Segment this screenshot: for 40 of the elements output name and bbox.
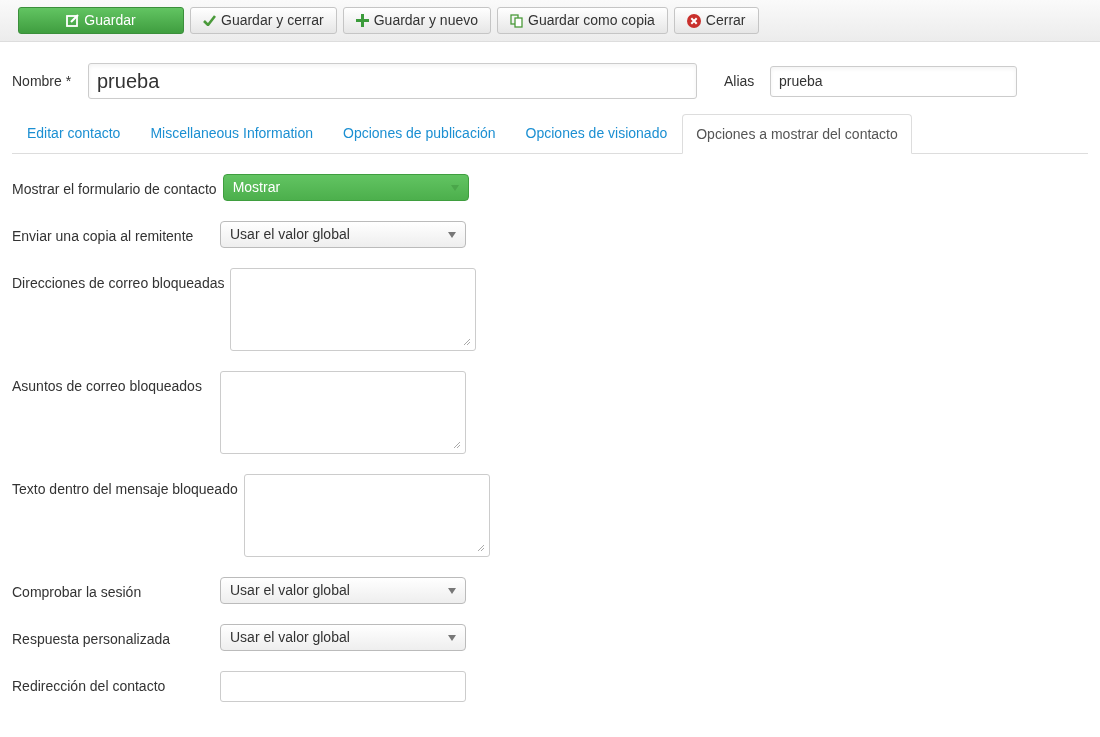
- field-label: Mostrar el formulario de contacto: [12, 180, 217, 199]
- alias-field[interactable]: prueba: [770, 65, 1017, 97]
- dropdown[interactable]: Usar el valor global: [220, 577, 466, 604]
- caret-icon: [448, 634, 456, 641]
- field-label: Nombre *: [12, 71, 73, 91]
- dropdown[interactable]: Usar el valor global: [220, 624, 466, 651]
- toolbar-button[interactable]: Guardar y nuevo: [342, 7, 491, 34]
- field-label: Asuntos de correo bloqueados: [12, 377, 203, 396]
- toolbar-button[interactable]: Cerrar: [673, 7, 759, 34]
- plus-icon: [355, 14, 369, 27]
- field-label: Alias: [724, 71, 756, 91]
- edit-icon: [66, 14, 80, 27]
- check-icon: [203, 15, 216, 26]
- caret-icon: [448, 231, 456, 238]
- tab[interactable]: Editar contacto: [12, 113, 136, 153]
- text-area[interactable]: [230, 268, 477, 351]
- field-label: Respuesta personalizada: [12, 630, 171, 649]
- resize-grip-icon: [454, 442, 461, 449]
- field-label: Redirección del contacto: [12, 677, 167, 696]
- resize-grip-icon: [477, 545, 485, 552]
- copy-icon: [510, 13, 523, 28]
- tab[interactable]: Miscellaneous Information: [135, 113, 329, 153]
- field-label: Enviar una copia al remitente: [12, 227, 195, 246]
- name-field[interactable]: prueba: [88, 63, 697, 99]
- toolbar-button[interactable]: Guardar y cerrar: [190, 7, 337, 34]
- field-label: Texto dentro del mensaje bloqueado: [12, 480, 238, 499]
- caret-icon: [450, 184, 459, 191]
- text-area[interactable]: [220, 371, 466, 454]
- field-label: Comprobar la sesión: [12, 583, 143, 602]
- tab[interactable]: Opciones de visionado: [510, 113, 683, 153]
- dropdown[interactable]: Usar el valor global: [220, 221, 466, 248]
- tab[interactable]: Opciones de publicación: [328, 113, 511, 153]
- toolbar-button[interactable]: Guardar como copia: [497, 7, 668, 34]
- field-label: Direcciones de correo bloqueadas: [12, 274, 225, 293]
- input-field[interactable]: [220, 671, 466, 702]
- resize-grip-icon: [464, 339, 472, 346]
- close-icon: [686, 13, 701, 28]
- text-area[interactable]: [243, 474, 490, 557]
- caret-icon: [448, 587, 456, 594]
- tab[interactable]: Opciones a mostrar del contacto: [682, 114, 912, 154]
